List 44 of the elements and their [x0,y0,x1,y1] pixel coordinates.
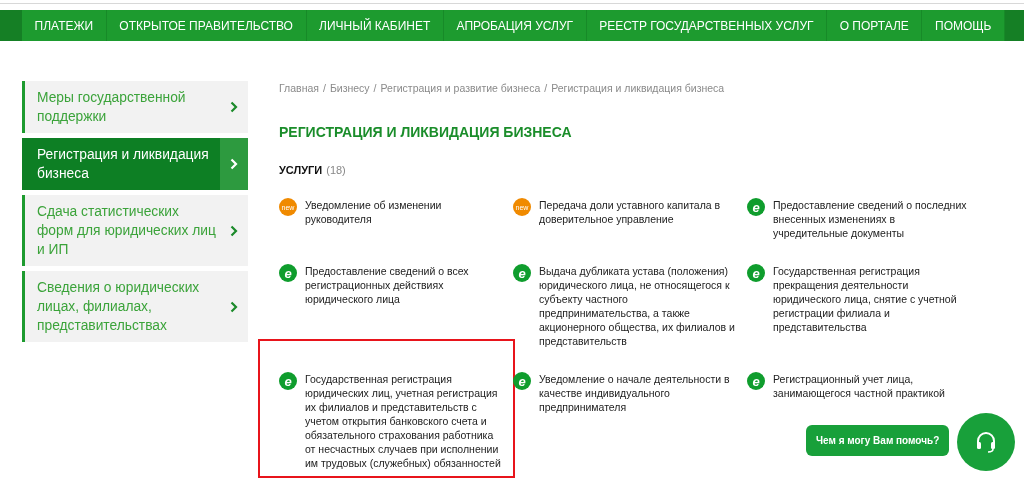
chat-prompt-button[interactable]: Чем я могу Вам помочь? [806,425,950,456]
nav-link[interactable]: ОТКРЫТОЕ ПРАВИТЕЛЬСТВО [106,10,307,41]
nav-link[interactable]: ПОМОЩЬ [922,10,1006,41]
headset-icon [974,430,998,454]
page-title: РЕГИСТРАЦИЯ И ЛИКВИДАЦИЯ БИЗНЕСА [279,124,573,140]
breadcrumb-link[interactable]: Регистрация и ликвидация бизнеса [551,82,725,94]
e-service-badge: e [747,198,765,216]
breadcrumb-separator: / [373,82,377,94]
service-link[interactable]: Уведомление об изменении руководителя [305,198,505,226]
breadcrumb-link[interactable]: Бизнесу [329,82,370,94]
nav-link[interactable]: ЛИЧНЫЙ КАБИНЕТ [306,10,444,41]
service-link[interactable]: Регистрационный учет лица, занимающегося частной практикой [773,372,973,400]
e-service-badge: e [279,372,297,390]
service-link[interactable]: Предоставление сведений о всех регистрационных действиях юридического лица [305,264,505,306]
nav-link[interactable]: ПЛАТЕЖИ [22,10,107,41]
breadcrumb-separator: / [322,82,326,94]
breadcrumb-separator: / [544,82,548,94]
sidebar-item[interactable]: Регистрация и ликвидация бизнеса [22,138,248,190]
section-heading: УСЛУГИ [279,164,323,176]
service-link[interactable]: Уведомление о начале деятельности в качестве индивидуального предпринимателя [539,372,739,414]
e-service-badge: e [279,264,297,282]
e-service-badge: e [747,372,765,390]
nav-link[interactable]: О ПОРТАЛЕ [827,10,923,41]
nav-link[interactable]: РЕЕСТР ГОСУДАРСТВЕННЫХ УСЛУГ [586,10,828,41]
chevron-right-icon [230,300,238,313]
chat-button[interactable] [957,413,1015,471]
service-link[interactable]: Государственная регистрация юридических лиц, учетная регистрация их филиалов и представительств с учетом открытия банковского счета и обязательного страхования работника от несчастных случаев при исполнении им трудовых (служебных) обязанностей [305,372,505,470]
nav-link[interactable]: АПРОБАЦИЯ УСЛУГ [443,10,587,41]
service-link[interactable]: Предоставление сведений о последних внесенных изменениях в учредительные документы [773,198,973,240]
chevron-right-icon [230,101,238,113]
breadcrumb-link[interactable]: Главная [279,82,319,94]
e-service-badge: e [513,372,531,390]
sidebar-item[interactable]: Сведения о юридических лицах, филиалах, представительствах [22,271,248,342]
service-link[interactable]: Выдача дубликата устава (положения) юридического лица, не относящегося к субъекту частного предпринимательства, а также акционерного общества, их филиалов и представительств [539,264,739,348]
breadcrumb-link[interactable]: Регистрация и развитие бизнеса [380,82,541,94]
service-link[interactable]: Государственная регистрация прекращения деятельности юридического лица, снятие с учетной регистрации филиала и представительства [773,264,973,334]
services-count: (18) [326,164,346,176]
service-link[interactable]: Передача доли уставного капитала в доверительное управление [539,198,739,226]
sidebar-item[interactable]: Меры государственной поддержки [22,81,248,133]
chevron-right-icon [230,224,238,237]
sidebar-item[interactable]: Сдача статистических форм для юридических лиц и ИП [22,195,248,266]
e-service-badge: e [513,264,531,282]
e-service-badge: e [747,264,765,282]
chevron-right-icon [230,158,238,170]
